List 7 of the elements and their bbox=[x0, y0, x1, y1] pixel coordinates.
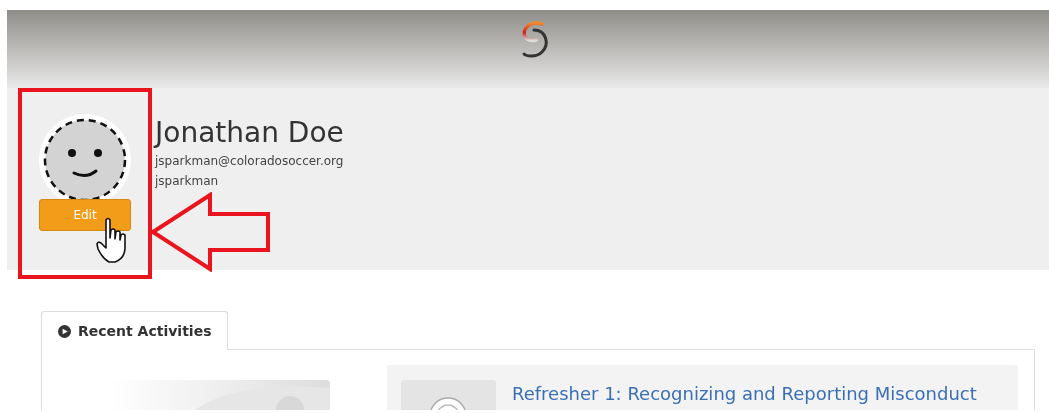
activity-link[interactable]: Refresher 1: Recognizing and Reporting Misconduct bbox=[512, 383, 977, 404]
profile-username: jsparkman bbox=[155, 173, 220, 190]
tab[interactable]: Recent Activities bbox=[41, 311, 229, 350]
play-circle-icon bbox=[58, 324, 71, 338]
profile-email: jsparkman@coloradosoccer.org bbox=[155, 153, 344, 170]
hand-cursor-icon bbox=[95, 216, 129, 264]
profile-name: Jonathan Doe bbox=[155, 115, 344, 151]
